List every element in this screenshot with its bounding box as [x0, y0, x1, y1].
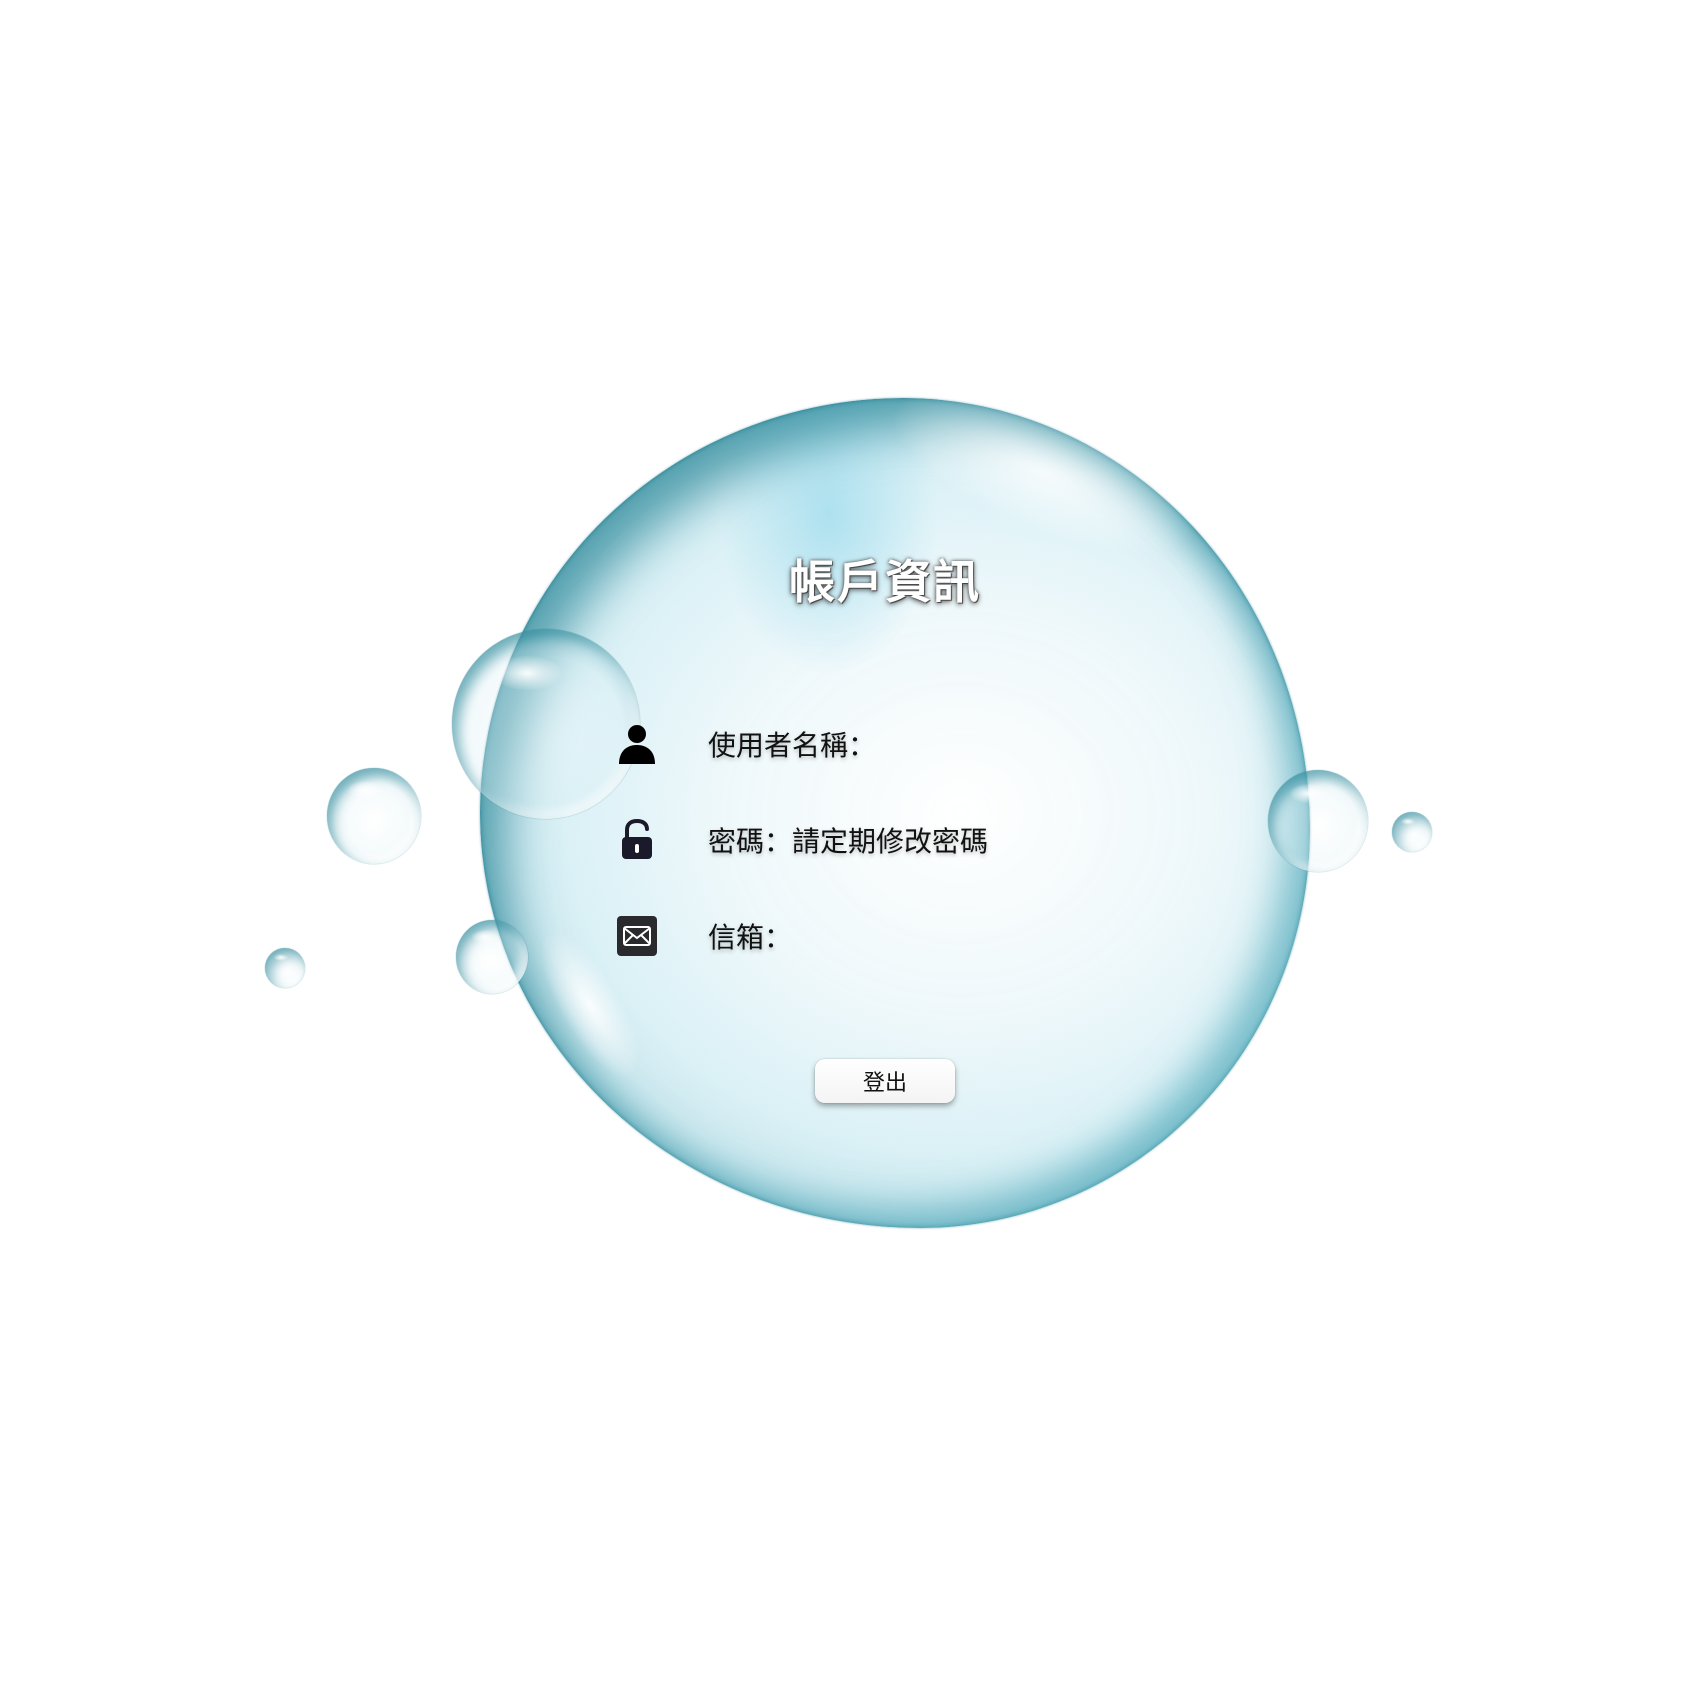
email-label: 信箱： [708, 921, 793, 954]
username-row: 使用者名稱： [612, 719, 876, 769]
email-row: 信箱： [612, 911, 792, 961]
lock-icon [612, 815, 662, 865]
decorative-bubble [265, 948, 305, 988]
logout-button[interactable]: 登出 [815, 1059, 955, 1103]
decorative-bubble [1268, 770, 1368, 872]
decorative-bubble [327, 768, 421, 864]
page-title: 帳戶資訊 [789, 555, 981, 609]
mail-icon [612, 911, 662, 961]
decorative-bubble [456, 920, 528, 994]
username-label: 使用者名稱： [708, 729, 877, 762]
account-info-page: 帳戶資訊 使用者名稱： 密碼：請定期修改密碼 信箱： 登出 [0, 0, 1692, 1692]
password-label: 密碼：請定期修改密碼 [708, 825, 989, 858]
decorative-bubble [1392, 812, 1432, 852]
user-icon [612, 719, 662, 769]
password-row: 密碼：請定期修改密碼 [612, 815, 988, 865]
